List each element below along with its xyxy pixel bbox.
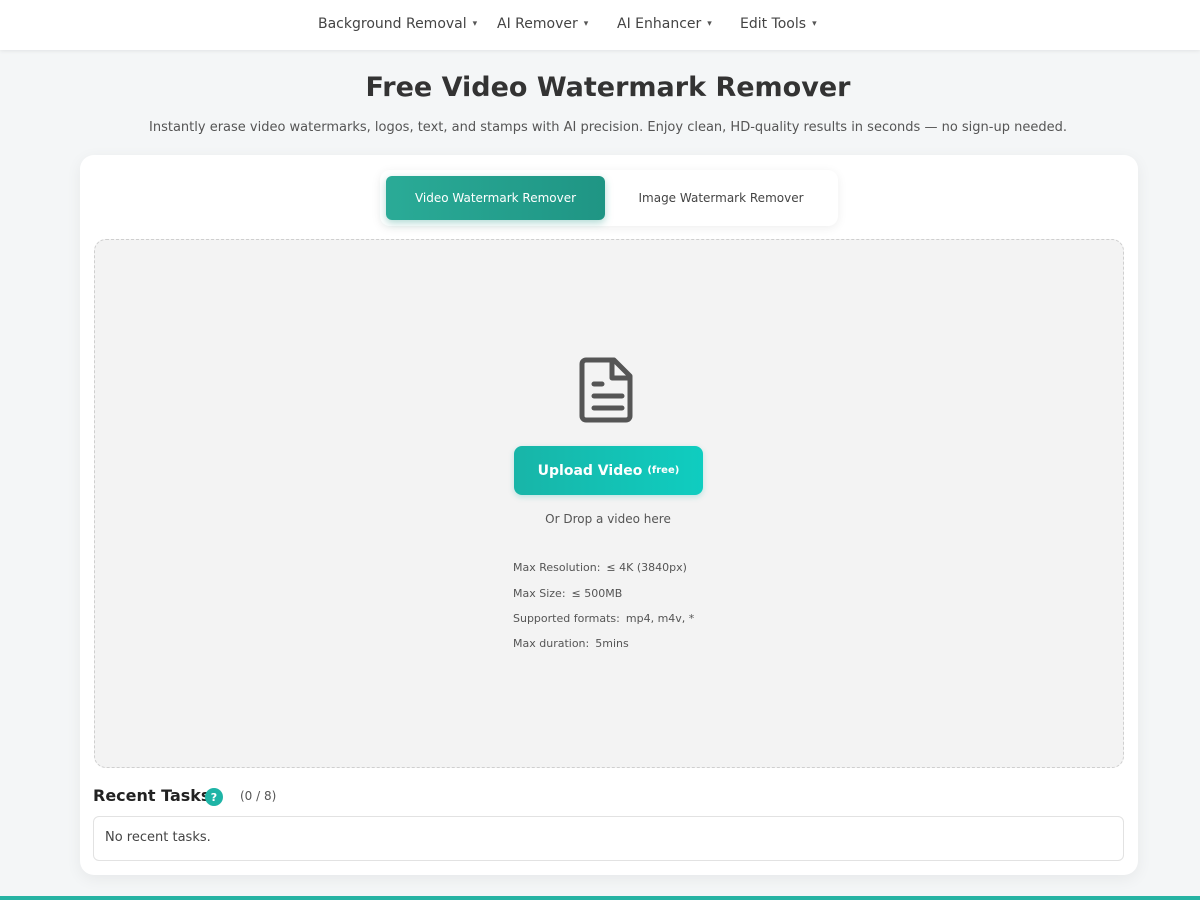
spec-max-size: Max Size: ≤ 500MB [513,587,622,600]
nav-edit-tools[interactable]: Edit Tools ▾ [740,16,817,32]
nav-background-removal[interactable]: Background Removal ▾ [318,16,477,32]
recent-tasks-count: (0 / 8) [240,789,277,803]
caret-down-icon: ▾ [707,19,712,29]
page-title: Free Video Watermark Remover [365,72,851,103]
spec-max-duration: Max duration: 5mins [513,637,629,650]
drop-hint: Or Drop a video here [545,512,671,526]
spec-label: Max Size: [513,587,566,600]
spec-value: 5mins [595,637,629,650]
nav-ai-remover[interactable]: AI Remover ▾ [497,16,588,32]
nav-item-label: Background Removal [318,16,467,32]
video-dropzone[interactable] [94,239,1124,768]
tool-tabs: Video Watermark Remover Image Watermark … [380,170,838,226]
recent-tasks-list [93,816,1124,861]
spec-max-resolution: Max Resolution: ≤ 4K (3840px) [513,561,687,574]
footer-accent-bar [0,896,1200,900]
tab-image-watermark-remover[interactable]: Image Watermark Remover [610,176,832,220]
spec-value: ≤ 500MB [571,587,623,600]
nav-ai-enhancer[interactable]: AI Enhancer ▾ [617,16,712,32]
caret-down-icon: ▾ [472,19,478,29]
recent-tasks-title: Recent Tasks [93,786,211,805]
nav-item-label: AI Enhancer [617,16,702,32]
upload-button-label: Upload Video [537,462,643,479]
spec-value: ≤ 4K (3840px) [606,561,687,574]
caret-down-icon: ▾ [812,19,817,29]
top-navigation: Background Removal ▾ AI Remover ▾ AI Enh… [0,0,1200,50]
spec-supported-formats: Supported formats: mp4, m4v, * [513,612,694,625]
help-icon[interactable]: ? [205,788,223,806]
upload-video-button[interactable]: Upload Video (free) [514,446,703,495]
caret-down-icon: ▾ [583,19,589,29]
spec-label: Max Resolution: [513,561,601,574]
recent-tasks-empty: No recent tasks. [105,830,211,845]
tab-video-watermark-remover[interactable]: Video Watermark Remover [386,176,605,220]
nav-item-label: Edit Tools [740,16,807,32]
upload-button-free: (free) [647,465,680,476]
spec-value: mp4, m4v, * [625,612,695,625]
document-icon [579,357,633,423]
nav-item-label: AI Remover [497,16,578,32]
page-subtitle: Instantly erase video watermarks, logos,… [149,120,1067,135]
spec-label: Max duration: [513,637,590,650]
spec-label: Supported formats: [513,612,620,625]
